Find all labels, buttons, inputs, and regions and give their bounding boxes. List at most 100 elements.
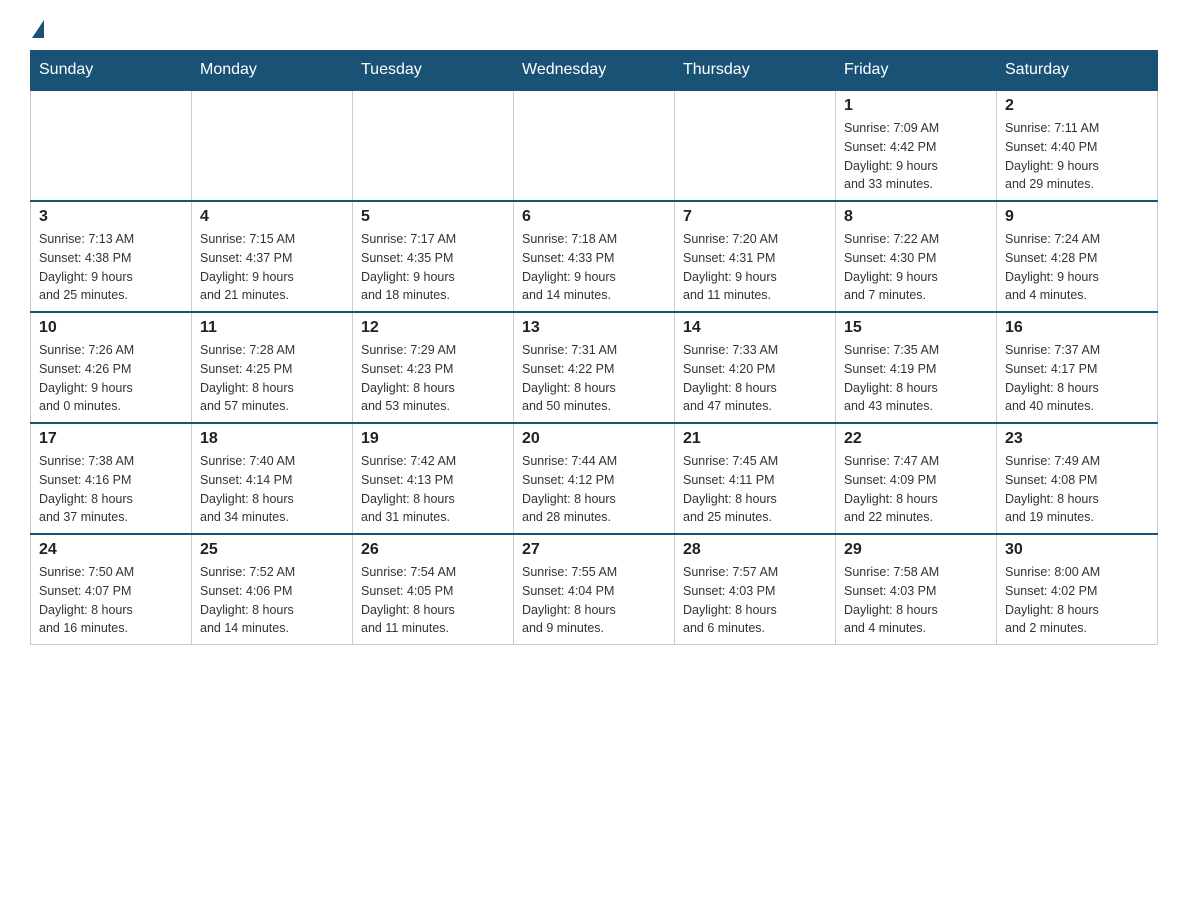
weekday-header-monday: Monday — [192, 51, 353, 91]
cell-day-number: 16 — [1005, 319, 1149, 337]
cell-day-number: 30 — [1005, 541, 1149, 559]
cell-day-number: 7 — [683, 208, 827, 226]
cell-day-number: 12 — [361, 319, 505, 337]
cell-info: Sunrise: 7:44 AM Sunset: 4:12 PM Dayligh… — [522, 452, 666, 527]
weekday-header-tuesday: Tuesday — [353, 51, 514, 91]
cell-info: Sunrise: 7:09 AM Sunset: 4:42 PM Dayligh… — [844, 119, 988, 194]
cell-info: Sunrise: 7:33 AM Sunset: 4:20 PM Dayligh… — [683, 341, 827, 416]
cell-info: Sunrise: 7:49 AM Sunset: 4:08 PM Dayligh… — [1005, 452, 1149, 527]
cell-day-number: 15 — [844, 319, 988, 337]
cell-day-number: 4 — [200, 208, 344, 226]
calendar-cell: 12 Sunrise: 7:29 AM Sunset: 4:23 PM Dayli… — [353, 312, 514, 423]
calendar-cell: 28 Sunrise: 7:57 AM Sunset: 4:03 PM Dayli… — [675, 534, 836, 645]
cell-day-number: 2 — [1005, 97, 1149, 115]
calendar-week-2: 3Sunrise: 7:13 AM Sunset: 4:38 PM Daylig… — [31, 201, 1158, 312]
calendar-cell: 2 Sunrise: 7:11 AM Sunset: 4:40 PM Daylig… — [997, 90, 1158, 201]
calendar-cell: 21 Sunrise: 7:45 AM Sunset: 4:11 PM Dayli… — [675, 423, 836, 534]
calendar-cell: 11 Sunrise: 7:28 AM Sunset: 4:25 PM Dayli… — [192, 312, 353, 423]
cell-info: Sunrise: 7:17 AM Sunset: 4:35 PM Dayligh… — [361, 230, 505, 305]
calendar-cell — [31, 90, 192, 201]
cell-day-number: 23 — [1005, 430, 1149, 448]
calendar-cell: 6 Sunrise: 7:18 AM Sunset: 4:33 PM Daylig… — [514, 201, 675, 312]
cell-day-number: 10 — [39, 319, 183, 337]
cell-day-number: 20 — [522, 430, 666, 448]
cell-day-number: 18 — [200, 430, 344, 448]
cell-info: Sunrise: 7:52 AM Sunset: 4:06 PM Dayligh… — [200, 563, 344, 638]
cell-info: Sunrise: 7:20 AM Sunset: 4:31 PM Dayligh… — [683, 230, 827, 305]
calendar-cell: 18 Sunrise: 7:40 AM Sunset: 4:14 PM Dayli… — [192, 423, 353, 534]
cell-info: Sunrise: 7:13 AM Sunset: 4:38 PM Dayligh… — [39, 230, 183, 305]
calendar-cell: 9 Sunrise: 7:24 AM Sunset: 4:28 PM Daylig… — [997, 201, 1158, 312]
cell-info: Sunrise: 7:40 AM Sunset: 4:14 PM Dayligh… — [200, 452, 344, 527]
cell-info: Sunrise: 7:22 AM Sunset: 4:30 PM Dayligh… — [844, 230, 988, 305]
calendar-cell: 20 Sunrise: 7:44 AM Sunset: 4:12 PM Dayli… — [514, 423, 675, 534]
cell-info: Sunrise: 7:37 AM Sunset: 4:17 PM Dayligh… — [1005, 341, 1149, 416]
logo — [30, 20, 44, 40]
calendar-cell: 7 Sunrise: 7:20 AM Sunset: 4:31 PM Daylig… — [675, 201, 836, 312]
calendar-cell — [675, 90, 836, 201]
logo-area — [30, 20, 44, 40]
cell-day-number: 21 — [683, 430, 827, 448]
cell-info: Sunrise: 7:50 AM Sunset: 4:07 PM Dayligh… — [39, 563, 183, 638]
calendar-cell: 24 Sunrise: 7:50 AM Sunset: 4:07 PM Dayli… — [31, 534, 192, 645]
cell-day-number: 25 — [200, 541, 344, 559]
calendar-cell: 29Sunrise: 7:58 AM Sunset: 4:03 PM Dayli… — [836, 534, 997, 645]
page-header — [30, 20, 1158, 40]
cell-info: Sunrise: 7:47 AM Sunset: 4:09 PM Dayligh… — [844, 452, 988, 527]
calendar-cell: 19Sunrise: 7:42 AM Sunset: 4:13 PM Dayli… — [353, 423, 514, 534]
cell-info: Sunrise: 7:15 AM Sunset: 4:37 PM Dayligh… — [200, 230, 344, 305]
calendar-cell: 1 Sunrise: 7:09 AM Sunset: 4:42 PM Daylig… — [836, 90, 997, 201]
calendar-cell — [353, 90, 514, 201]
cell-day-number: 11 — [200, 319, 344, 337]
cell-day-number: 6 — [522, 208, 666, 226]
weekday-header-sunday: Sunday — [31, 51, 192, 91]
calendar-cell: 25 Sunrise: 7:52 AM Sunset: 4:06 PM Dayli… — [192, 534, 353, 645]
calendar-cell: 22 Sunrise: 7:47 AM Sunset: 4:09 PM Dayli… — [836, 423, 997, 534]
calendar-cell: 30 Sunrise: 8:00 AM Sunset: 4:02 PM Dayli… — [997, 534, 1158, 645]
cell-info: Sunrise: 7:18 AM Sunset: 4:33 PM Dayligh… — [522, 230, 666, 305]
cell-info: Sunrise: 7:28 AM Sunset: 4:25 PM Dayligh… — [200, 341, 344, 416]
cell-day-number: 27 — [522, 541, 666, 559]
cell-day-number: 9 — [1005, 208, 1149, 226]
cell-info: Sunrise: 8:00 AM Sunset: 4:02 PM Dayligh… — [1005, 563, 1149, 638]
cell-info: Sunrise: 7:45 AM Sunset: 4:11 PM Dayligh… — [683, 452, 827, 527]
cell-day-number: 22 — [844, 430, 988, 448]
cell-day-number: 29 — [844, 541, 988, 559]
calendar-cell: 23 Sunrise: 7:49 AM Sunset: 4:08 PM Dayli… — [997, 423, 1158, 534]
cell-info: Sunrise: 7:31 AM Sunset: 4:22 PM Dayligh… — [522, 341, 666, 416]
cell-day-number: 24 — [39, 541, 183, 559]
cell-info: Sunrise: 7:54 AM Sunset: 4:05 PM Dayligh… — [361, 563, 505, 638]
cell-day-number: 17 — [39, 430, 183, 448]
calendar-week-5: 24 Sunrise: 7:50 AM Sunset: 4:07 PM Dayli… — [31, 534, 1158, 645]
calendar-week-4: 17 Sunrise: 7:38 AM Sunset: 4:16 PM Dayli… — [31, 423, 1158, 534]
cell-day-number: 14 — [683, 319, 827, 337]
cell-info: Sunrise: 7:55 AM Sunset: 4:04 PM Dayligh… — [522, 563, 666, 638]
cell-info: Sunrise: 7:11 AM Sunset: 4:40 PM Dayligh… — [1005, 119, 1149, 194]
weekday-header-thursday: Thursday — [675, 51, 836, 91]
calendar-cell: 8 Sunrise: 7:22 AM Sunset: 4:30 PM Daylig… — [836, 201, 997, 312]
calendar-week-1: 1 Sunrise: 7:09 AM Sunset: 4:42 PM Daylig… — [31, 90, 1158, 201]
cell-day-number: 28 — [683, 541, 827, 559]
calendar-table: SundayMondayTuesdayWednesdayThursdayFrid… — [30, 50, 1158, 645]
calendar-cell: 15 Sunrise: 7:35 AM Sunset: 4:19 PM Dayli… — [836, 312, 997, 423]
cell-day-number: 26 — [361, 541, 505, 559]
cell-info: Sunrise: 7:35 AM Sunset: 4:19 PM Dayligh… — [844, 341, 988, 416]
calendar-week-3: 10Sunrise: 7:26 AM Sunset: 4:26 PM Dayli… — [31, 312, 1158, 423]
calendar-cell — [514, 90, 675, 201]
calendar-cell: 16 Sunrise: 7:37 AM Sunset: 4:17 PM Dayli… — [997, 312, 1158, 423]
calendar-cell: 3Sunrise: 7:13 AM Sunset: 4:38 PM Daylig… — [31, 201, 192, 312]
cell-info: Sunrise: 7:42 AM Sunset: 4:13 PM Dayligh… — [361, 452, 505, 527]
weekday-header-saturday: Saturday — [997, 51, 1158, 91]
cell-info: Sunrise: 7:29 AM Sunset: 4:23 PM Dayligh… — [361, 341, 505, 416]
cell-day-number: 5 — [361, 208, 505, 226]
cell-info: Sunrise: 7:24 AM Sunset: 4:28 PM Dayligh… — [1005, 230, 1149, 305]
calendar-cell: 17 Sunrise: 7:38 AM Sunset: 4:16 PM Dayli… — [31, 423, 192, 534]
cell-day-number: 8 — [844, 208, 988, 226]
calendar-cell: 26 Sunrise: 7:54 AM Sunset: 4:05 PM Dayli… — [353, 534, 514, 645]
calendar-cell: 14 Sunrise: 7:33 AM Sunset: 4:20 PM Dayli… — [675, 312, 836, 423]
cell-day-number: 1 — [844, 97, 988, 115]
cell-info: Sunrise: 7:57 AM Sunset: 4:03 PM Dayligh… — [683, 563, 827, 638]
cell-info: Sunrise: 7:38 AM Sunset: 4:16 PM Dayligh… — [39, 452, 183, 527]
calendar-cell: 10Sunrise: 7:26 AM Sunset: 4:26 PM Dayli… — [31, 312, 192, 423]
weekday-header-wednesday: Wednesday — [514, 51, 675, 91]
